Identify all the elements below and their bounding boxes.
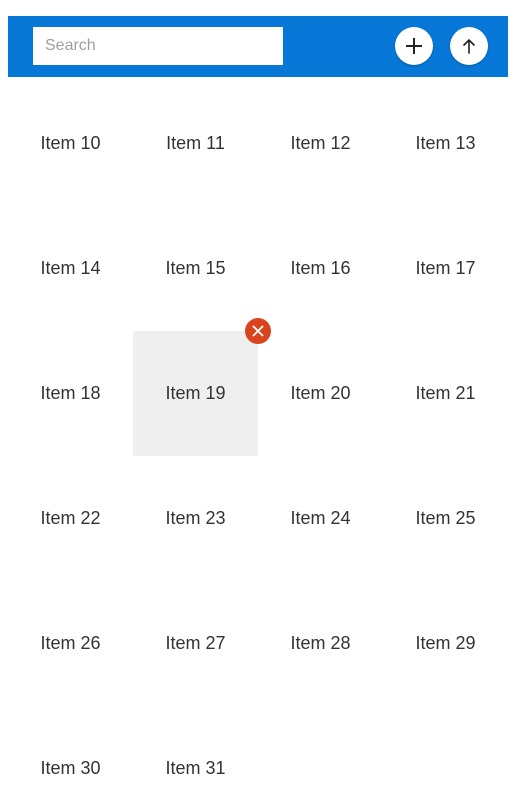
grid-item[interactable]: Item 19 [133, 318, 271, 456]
grid-item[interactable]: Item 30 [8, 706, 133, 799]
grid-item-label: Item 30 [40, 758, 101, 778]
close-icon [252, 325, 264, 337]
grid-item-label: Item 15 [165, 258, 226, 278]
grid-item[interactable]: Item 14 [8, 206, 133, 331]
grid-item[interactable]: Item 27 [133, 581, 258, 706]
grid-item[interactable]: Item 31 [133, 706, 258, 799]
scroll-to-top-button[interactable] [450, 27, 488, 65]
grid-item[interactable]: Item 16 [258, 206, 383, 331]
grid-item-label: Item 18 [40, 383, 101, 403]
grid-item-label: Item 27 [165, 633, 226, 653]
remove-item-button[interactable] [245, 318, 271, 344]
grid-item-label: Item 25 [415, 508, 476, 528]
grid-item-label: Item 17 [415, 258, 476, 278]
grid-item[interactable]: Item 12 [258, 81, 383, 206]
grid-item-label: Item 19 [165, 383, 226, 403]
grid-item-label: Item 22 [40, 508, 101, 528]
grid-item-label: Item 23 [165, 508, 226, 528]
grid-item[interactable]: Item 26 [8, 581, 133, 706]
plus-icon [406, 38, 422, 54]
grid-item-label: Item 31 [165, 758, 226, 778]
grid-item[interactable]: Item 24 [258, 456, 383, 581]
grid-item[interactable]: Item 15 [133, 206, 258, 331]
grid-item[interactable]: Item 20 [258, 331, 383, 456]
grid-item-label: Item 13 [415, 133, 476, 153]
add-button[interactable] [395, 27, 433, 65]
grid-item[interactable]: Item 18 [8, 331, 133, 456]
grid-item[interactable]: Item 13 [383, 81, 508, 206]
grid-item[interactable]: Item 29 [383, 581, 508, 706]
grid-item[interactable]: Item 21 [383, 331, 508, 456]
page: Item 10 Item 11 Item 12 Item 13 Item 14 Item … [0, 0, 520, 799]
grid-item-label: Item 26 [40, 633, 101, 653]
toolbar [8, 16, 508, 77]
search-input[interactable] [33, 27, 283, 65]
grid-item[interactable]: Item 11 [133, 81, 258, 206]
grid-item-label: Item 10 [40, 133, 101, 153]
grid-item-label: Item 11 [166, 133, 225, 153]
grid-item[interactable]: Item 28 [258, 581, 383, 706]
arrow-up-icon [463, 39, 475, 54]
grid-item-label: Item 16 [290, 258, 351, 278]
grid-item-label: Item 12 [290, 133, 351, 153]
grid-item[interactable]: Item 10 [8, 81, 133, 206]
grid-item[interactable]: Item 25 [383, 456, 508, 581]
grid-item[interactable]: Item 23 [133, 456, 258, 581]
grid-item-label: Item 20 [290, 383, 351, 403]
grid-item-label: Item 29 [415, 633, 476, 653]
grid-item-label: Item 24 [290, 508, 351, 528]
item-grid: Item 10 Item 11 Item 12 Item 13 Item 14 Item … [8, 81, 508, 799]
grid-item-label: Item 21 [415, 383, 476, 403]
grid-item[interactable]: Item 17 [383, 206, 508, 331]
grid-item-label: Item 28 [290, 633, 351, 653]
grid-item[interactable]: Item 22 [8, 456, 133, 581]
grid-item-label: Item 14 [40, 258, 101, 278]
